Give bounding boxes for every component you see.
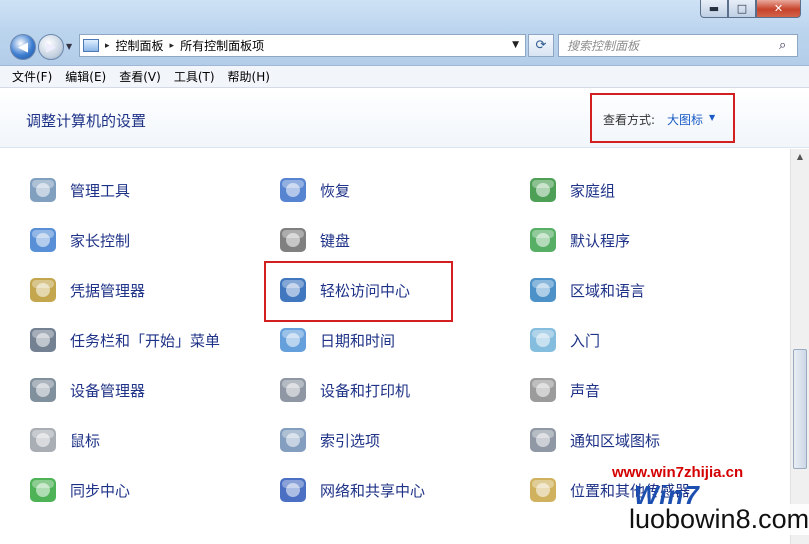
control-panel-item-label[interactable]: 键盘 [320,230,350,251]
devices-printers-icon[interactable] [276,373,310,407]
back-button[interactable]: ◀ [10,34,36,60]
notification-area-icon[interactable] [526,423,560,457]
network-sharing-icon[interactable] [276,473,310,507]
search-icon[interactable]: ⌕ [779,38,797,53]
search-box[interactable]: 搜索控制面板 ⌕ [558,34,798,57]
breadcrumb-all-items[interactable]: 所有控制面板项 [180,37,264,54]
watermark: www.win7zhijia.cn Win7 luobowin8.com [612,462,809,544]
title-bar: ▬ □ ✕ ◀ ▶ ▼ ▸ 控制面板 ▸ 所有控制面板项 ▼ ⟳ 搜索控制面板 … [0,0,809,66]
address-dropdown[interactable]: ▼ [512,40,519,50]
view-by-highlight: 查看方式: 大图标 ▼ [590,93,735,143]
breadcrumb-separator[interactable]: ▸ [105,41,110,51]
content-header: 调整计算机的设置 查看方式: 大图标 ▼ [0,88,809,148]
maximize-button[interactable]: □ [728,0,756,18]
window-controls: ▬ □ ✕ [700,0,801,18]
sync-center-icon[interactable] [26,473,60,507]
sound-icon[interactable] [526,373,560,407]
scroll-up-button[interactable]: ▲ [791,149,809,165]
control-panel-item[interactable]: 同步中心 [26,468,256,512]
control-panel-item-label[interactable]: 通知区域图标 [570,430,660,451]
control-panel-item-label[interactable]: 网络和共享中心 [320,480,425,501]
control-panel-item[interactable]: 设备和打印机 [276,368,506,412]
menu-tools[interactable]: 工具(T) [174,68,215,85]
date-time-icon[interactable] [276,323,310,357]
control-panel-item-label[interactable]: 设备管理器 [70,380,145,401]
control-panel-item[interactable]: 家长控制 [26,218,256,262]
control-panel-item[interactable]: 区域和语言 [526,268,756,312]
control-panel-item[interactable]: 家庭组 [526,168,756,212]
minimize-button[interactable]: ▬ [700,0,728,18]
getting-started-icon[interactable] [526,323,560,357]
control-panel-item[interactable]: 任务栏和「开始」菜单 [26,318,256,362]
control-panel-item-label[interactable]: 任务栏和「开始」菜单 [70,330,220,351]
control-panel-item-label[interactable]: 设备和打印机 [320,380,410,401]
keyboard-icon[interactable] [276,223,310,257]
control-panel-item-label[interactable]: 鼠标 [70,430,100,451]
control-panel-item-label[interactable]: 声音 [570,380,600,401]
control-panel-item[interactable]: 键盘 [276,218,506,262]
recovery-icon[interactable] [276,173,310,207]
location-sensors-icon[interactable] [526,473,560,507]
search-input[interactable]: 搜索控制面板 [559,37,779,54]
control-panel-item[interactable]: 凭据管理器 [26,268,256,312]
indexing-options-icon[interactable] [276,423,310,457]
control-panel-item-label[interactable]: 入门 [570,330,600,351]
control-panel-item[interactable]: 恢复 [276,168,506,212]
credential-manager-icon[interactable] [26,273,60,307]
close-button[interactable]: ✕ [756,0,801,18]
control-panel-item-label[interactable]: 日期和时间 [320,330,395,351]
control-panel-item-label[interactable]: 家长控制 [70,230,130,251]
control-panel-item[interactable]: 网络和共享中心 [276,468,506,512]
control-panel-icon [83,39,99,52]
default-programs-icon[interactable] [526,223,560,257]
menu-bar: 文件(F) 编辑(E) 查看(V) 工具(T) 帮助(H) [0,66,809,88]
menu-help[interactable]: 帮助(H) [228,68,270,85]
control-panel-item-label[interactable]: 索引选项 [320,430,380,451]
address-bar[interactable]: ▸ 控制面板 ▸ 所有控制面板项 ▼ [79,34,526,57]
control-panel-item[interactable]: 通知区域图标 [526,418,756,462]
control-panel-item[interactable]: 入门 [526,318,756,362]
region-language-icon[interactable] [526,273,560,307]
control-panel-item-label[interactable]: 家庭组 [570,180,615,201]
control-panel-item-label[interactable]: 区域和语言 [570,280,645,301]
menu-file[interactable]: 文件(F) [12,68,52,85]
forward-button[interactable]: ▶ [38,34,64,60]
control-panel-item-label[interactable]: 管理工具 [70,180,130,201]
taskbar-icon[interactable] [26,323,60,357]
menu-edit[interactable]: 编辑(E) [65,68,106,85]
parental-controls-icon[interactable] [26,223,60,257]
refresh-button[interactable]: ⟳ [528,34,554,57]
mouse-icon[interactable] [26,423,60,457]
control-panel-item[interactable]: 鼠标 [26,418,256,462]
control-panel-item[interactable]: 声音 [526,368,756,412]
control-panel-item-label[interactable]: 凭据管理器 [70,280,145,301]
homegroup-icon[interactable] [526,173,560,207]
page-title: 调整计算机的设置 [26,112,147,130]
watermark-domain: luobowin8.com [626,504,809,535]
chevron-down-icon[interactable]: ▼ [709,113,715,122]
scrollbar-thumb[interactable] [793,349,807,469]
control-panel-item[interactable]: 设备管理器 [26,368,256,412]
control-panel-item[interactable]: 日期和时间 [276,318,506,362]
control-panel-item[interactable]: 管理工具 [26,168,256,212]
control-panel-item[interactable]: 默认程序 [526,218,756,262]
admin-tools-icon[interactable] [26,173,60,207]
watermark-url: www.win7zhijia.cn [612,464,744,481]
recent-pages-dropdown[interactable]: ▼ [66,42,72,51]
control-panel-window: ▬ □ ✕ ◀ ▶ ▼ ▸ 控制面板 ▸ 所有控制面板项 ▼ ⟳ 搜索控制面板 … [0,0,809,544]
ease-of-access-highlight [264,261,453,322]
breadcrumb-control-panel[interactable]: 控制面板 [116,37,164,54]
menu-view[interactable]: 查看(V) [119,68,161,85]
control-panel-item[interactable]: 索引选项 [276,418,506,462]
control-panel-item-label[interactable]: 默认程序 [570,230,630,251]
view-by-dropdown[interactable]: 大图标 [667,111,703,128]
device-manager-icon[interactable] [26,373,60,407]
control-panel-item-label[interactable]: 恢复 [320,180,350,201]
control-panel-item-label[interactable]: 同步中心 [70,480,130,501]
view-by-label: 查看方式: [603,113,656,127]
breadcrumb-separator[interactable]: ▸ [170,41,175,51]
